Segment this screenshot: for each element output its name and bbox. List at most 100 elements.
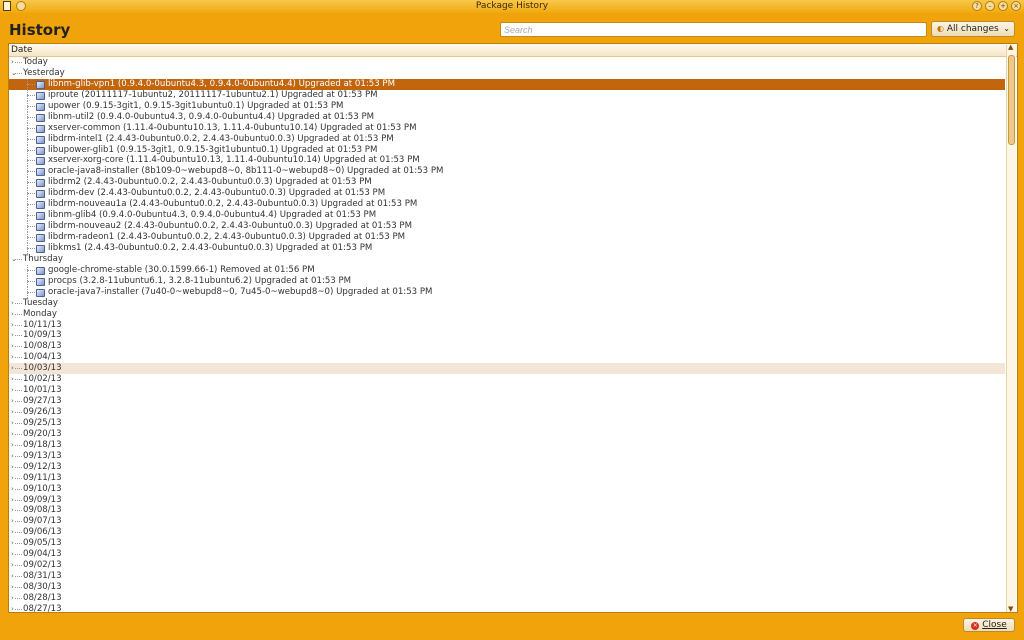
vertical-scrollbar[interactable]: ▲ ▼ — [1006, 43, 1016, 613]
package-change-item[interactable]: libdrm-dev (2.4.43-0ubuntu0.0.2, 2.4.43-… — [9, 188, 1005, 200]
date-group-row[interactable]: › Tuesday — [9, 298, 1005, 309]
package-change-label: libupower-glib1 (0.9.15-3git1, 0.9.15-3g… — [48, 144, 378, 155]
date-group-label: 09/06/13 — [23, 527, 62, 538]
date-group-row[interactable]: › 10/08/13 — [9, 341, 1005, 352]
package-change-item[interactable]: libdrm-nouveau2 (2.4.43-0ubuntu0.0.2, 2.… — [9, 221, 1005, 233]
date-group-row[interactable]: › Today — [9, 57, 1005, 68]
date-group-row[interactable]: › 09/06/13 — [9, 527, 1005, 538]
date-group-row[interactable]: › 08/30/13 — [9, 582, 1005, 593]
date-group-label: 09/07/13 — [23, 516, 62, 527]
tree-connector-line — [15, 587, 22, 588]
date-group-row[interactable]: › 09/13/13 — [9, 451, 1005, 462]
date-group-label: 09/04/13 — [23, 549, 62, 560]
changes-filter-select[interactable]: ◐ All changes ⌄ — [931, 21, 1015, 37]
date-group-row[interactable]: › 08/28/13 — [9, 593, 1005, 604]
close-button[interactable]: × Close — [963, 618, 1015, 632]
date-group-label: 09/27/13 — [23, 396, 62, 407]
package-change-item[interactable]: libdrm2 (2.4.43-0ubuntu0.0.2, 2.4.43-0ub… — [9, 177, 1005, 189]
tree-connector-line — [15, 346, 22, 348]
date-group-label: 10/04/13 — [23, 352, 62, 363]
minimize-icon[interactable]: – — [985, 1, 995, 11]
date-group-row[interactable]: › 10/01/13 — [9, 385, 1005, 396]
date-group-row[interactable]: › 09/26/13 — [9, 407, 1005, 418]
date-group-row[interactable]: › 09/09/13 — [9, 495, 1005, 506]
package-change-item[interactable]: xserver-xorg-core (1.11.4-0ubuntu10.13, … — [9, 155, 1005, 167]
date-group-row[interactable]: › 10/03/13 — [9, 363, 1005, 375]
tree-connector-line — [15, 379, 22, 381]
date-group-row[interactable]: › 09/10/13 — [9, 484, 1005, 495]
package-icon — [36, 113, 45, 122]
date-group-row[interactable]: › 08/31/13 — [9, 571, 1005, 582]
tree-connector-line — [15, 422, 22, 424]
package-change-item[interactable]: xserver-common (1.11.4-0ubuntu10.13, 1.1… — [9, 122, 1005, 134]
date-group-row[interactable]: › 10/02/13 — [9, 374, 1005, 385]
package-change-item[interactable]: libdrm-radeon1 (2.4.43-0ubuntu0.0.2, 2.4… — [9, 232, 1005, 243]
package-icon — [36, 179, 45, 188]
help-icon[interactable]: ? — [972, 1, 982, 11]
date-group-row[interactable]: › 10/04/13 — [9, 352, 1005, 363]
package-change-item[interactable]: google-chrome-stable (30.0.1599.66-1) Re… — [9, 264, 1005, 276]
column-header-date[interactable]: Date — [9, 44, 1017, 57]
date-group-row[interactable]: › 10/11/13 — [9, 320, 1005, 331]
date-group-row[interactable]: › 09/02/13 — [9, 560, 1005, 571]
package-change-item[interactable]: libnm-glib4 (0.9.4.0-0ubuntu4.3, 0.9.4.0… — [9, 210, 1005, 222]
date-group-row[interactable]: › 09/07/13 — [9, 516, 1005, 527]
date-group-label: Thursday — [23, 253, 63, 264]
date-group-label: Monday — [23, 308, 57, 319]
package-change-label: iproute (20111117-1ubuntu2, 20111117-1ub… — [48, 89, 378, 100]
package-change-item[interactable]: libnm-util2 (0.9.4.0-0ubuntu4.3, 0.9.4.0… — [9, 111, 1005, 123]
date-group-label: 09/05/13 — [23, 538, 62, 549]
package-change-label: libdrm-nouveau1a (2.4.43-0ubuntu0.0.2, 2… — [48, 199, 418, 210]
package-icon — [36, 124, 45, 133]
package-icon — [36, 91, 45, 100]
date-group-row[interactable]: › Monday — [9, 309, 1005, 320]
date-group-label: 10/09/13 — [23, 330, 62, 341]
date-group-row[interactable]: › 09/25/13 — [9, 418, 1005, 429]
date-group-label: 09/09/13 — [23, 494, 62, 505]
package-change-item[interactable]: libupower-glib1 (0.9.15-3git1, 0.9.15-3g… — [9, 144, 1005, 156]
date-group-row[interactable]: › 09/18/13 — [9, 440, 1005, 451]
tree-connector-line — [15, 532, 22, 534]
tree-connector-line — [15, 608, 22, 610]
date-group-row[interactable]: › 09/08/13 — [9, 505, 1005, 516]
date-group-row[interactable]: › 09/20/13 — [9, 429, 1005, 440]
window-menu-icon[interactable] — [3, 1, 11, 11]
history-tree[interactable]: › Today ⌄ Yesterday libnm-glib-vpn1 (0.9.4.0… — [9, 57, 1005, 612]
date-group-row[interactable]: › 09/12/13 — [9, 462, 1005, 473]
tree-connector-line — [15, 499, 22, 501]
package-change-item[interactable]: iproute (20111117-1ubuntu2, 20111117-1ub… — [9, 89, 1005, 101]
date-group-row[interactable]: › 09/04/13 — [9, 549, 1005, 560]
package-change-item[interactable]: oracle-java8-installer (8b109-0~webupd8~… — [9, 166, 1005, 178]
date-group-row[interactable]: › 10/09/13 — [9, 330, 1005, 341]
package-change-item[interactable]: libkms1 (2.4.43-0ubuntu0.0.2, 2.4.43-0ub… — [9, 242, 1005, 254]
date-group-row[interactable]: › 08/27/13 — [9, 604, 1005, 612]
maximize-icon[interactable]: + — [998, 1, 1008, 11]
date-group-row[interactable]: ⌄ Yesterday — [9, 68, 1005, 79]
package-change-item[interactable]: procps (3.2.8-11ubuntu6.1, 3.2.8-11ubunt… — [9, 275, 1005, 287]
close-icon: × — [971, 622, 980, 630]
package-change-label: libdrm2 (2.4.43-0ubuntu0.0.2, 2.4.43-0ub… — [48, 177, 372, 188]
scrollbar-thumb[interactable] — [1008, 55, 1015, 145]
close-icon[interactable]: × — [1011, 1, 1021, 11]
package-change-item[interactable]: libnm-glib-vpn1 (0.9.4.0-0ubuntu4.3, 0.9… — [9, 78, 1005, 90]
date-group-label: 09/11/13 — [23, 472, 62, 483]
package-change-item[interactable]: libdrm-intel1 (2.4.43-0ubuntu0.0.2, 2.4.… — [9, 133, 1005, 145]
scroll-down-icon[interactable]: ▼ — [1008, 605, 1013, 613]
tree-connector-line — [15, 412, 22, 413]
date-group-row[interactable]: ⌄ Thursday — [9, 254, 1005, 265]
scroll-up-icon[interactable]: ▲ — [1008, 43, 1013, 51]
package-change-label: libnm-util2 (0.9.4.0-0ubuntu4.3, 0.9.4.0… — [48, 111, 375, 122]
keep-above-icon[interactable] — [16, 1, 26, 11]
package-change-item[interactable]: oracle-java7-installer (7u40-0~webupd8~0… — [9, 286, 1005, 298]
package-change-item[interactable]: upower (0.9.15-3git1, 0.9.15-3git1ubuntu… — [9, 100, 1005, 112]
filter-selected-value: All changes — [946, 24, 999, 34]
tree-connector-line — [15, 258, 22, 260]
date-group-row[interactable]: › 09/11/13 — [9, 473, 1005, 484]
search-input[interactable] — [500, 22, 927, 37]
date-group-row[interactable]: › 09/27/13 — [9, 396, 1005, 407]
package-change-item[interactable]: libdrm-nouveau1a (2.4.43-0ubuntu0.0.2, 2… — [9, 199, 1005, 211]
date-group-row[interactable]: › 09/05/13 — [9, 538, 1005, 549]
package-icon — [36, 201, 45, 210]
tree-connector-line — [15, 433, 22, 435]
header-bar: History ◐ All changes ⌄ — [0, 13, 1024, 43]
